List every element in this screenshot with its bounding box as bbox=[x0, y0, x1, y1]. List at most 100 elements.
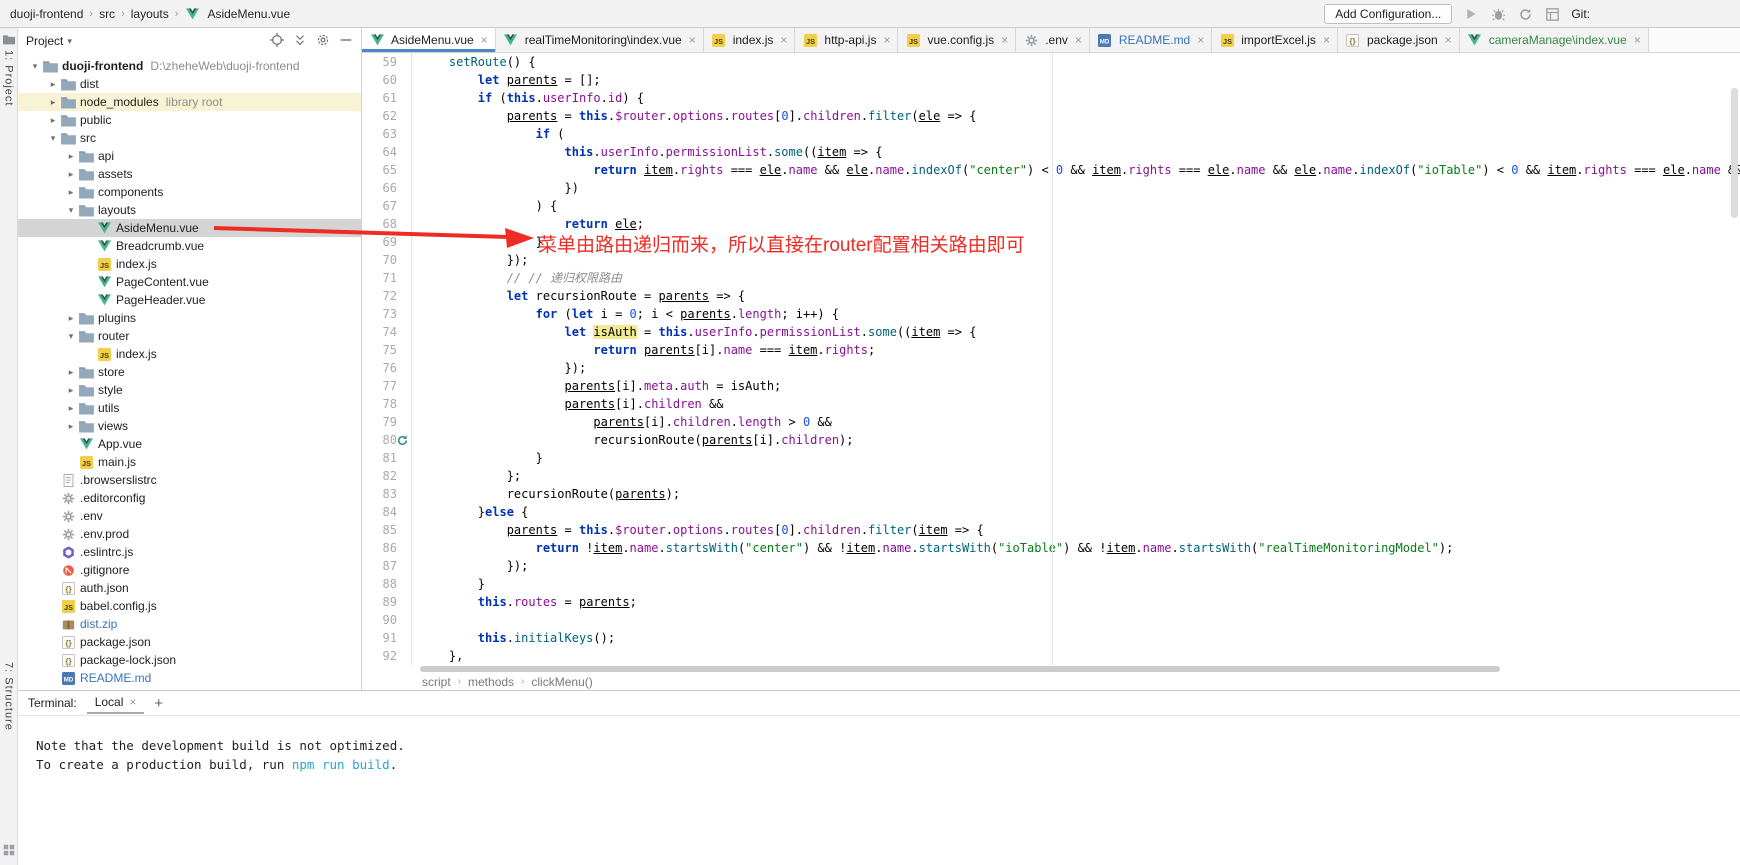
horizontal-scrollbar-track[interactable] bbox=[362, 665, 1740, 673]
close-tab-icon[interactable]: × bbox=[1634, 34, 1641, 46]
code-text[interactable]: this.userInfo.permissionList.some((item … bbox=[412, 143, 1740, 161]
tree-item[interactable]: ▸api bbox=[18, 147, 361, 165]
line-number[interactable]: 84 bbox=[362, 503, 412, 521]
code-text[interactable]: recursionRoute(parents[i].children); bbox=[412, 431, 1740, 449]
line-number[interactable]: 72 bbox=[362, 287, 412, 305]
update-project-icon[interactable] bbox=[1517, 6, 1533, 22]
close-tab-icon[interactable]: × bbox=[883, 34, 890, 46]
tree-item[interactable]: ▸dist bbox=[18, 75, 361, 93]
project-view-dropdown[interactable]: Project bbox=[26, 34, 63, 48]
line-number[interactable]: 75 bbox=[362, 341, 412, 359]
code-text[interactable]: return parents[i].name === item.rights; bbox=[412, 341, 1740, 359]
tree-item[interactable]: PageContent.vue bbox=[18, 273, 361, 291]
tree-item[interactable]: ▸utils bbox=[18, 399, 361, 417]
line-number[interactable]: 68 bbox=[362, 215, 412, 233]
code-text[interactable]: setRoute() { bbox=[412, 53, 1740, 71]
code-area[interactable]: 59 setRoute() {60 let parents = [];61 if… bbox=[362, 53, 1740, 665]
breadcrumb-item[interactable]: duoji-frontend bbox=[10, 7, 83, 21]
add-configuration-button[interactable]: Add Configuration... bbox=[1324, 4, 1452, 24]
tree-item[interactable]: .env.prod bbox=[18, 525, 361, 543]
chevron-down-icon[interactable]: ▾ bbox=[64, 331, 78, 342]
git-widget-label[interactable]: Git: bbox=[1571, 7, 1590, 21]
tree-item[interactable]: App.vue bbox=[18, 435, 361, 453]
code-text[interactable]: for (let i = 0; i < parents.length; i++)… bbox=[412, 305, 1740, 323]
chevron-right-icon[interactable]: ▸ bbox=[64, 313, 78, 324]
code-text[interactable]: }); bbox=[412, 557, 1740, 575]
line-number[interactable]: 86 bbox=[362, 539, 412, 557]
tree-item[interactable]: {}auth.json bbox=[18, 579, 361, 597]
editor-tab[interactable]: .env× bbox=[1016, 28, 1090, 52]
code-text[interactable]: }); bbox=[412, 359, 1740, 377]
tree-item[interactable]: JSmain.js bbox=[18, 453, 361, 471]
line-number[interactable]: 61 bbox=[362, 89, 412, 107]
code-text[interactable]: parents = this.$router.options.routes[0]… bbox=[412, 107, 1740, 125]
line-number[interactable]: 67 bbox=[362, 197, 412, 215]
line-number[interactable]: 89 bbox=[362, 593, 412, 611]
code-text[interactable]: }; bbox=[412, 467, 1740, 485]
line-number[interactable]: 63 bbox=[362, 125, 412, 143]
settings-icon[interactable] bbox=[316, 33, 330, 50]
line-number[interactable]: 87 bbox=[362, 557, 412, 575]
code-text[interactable]: } bbox=[412, 449, 1740, 467]
tree-item[interactable]: JSindex.js bbox=[18, 345, 361, 363]
tree-item[interactable]: JSbabel.config.js bbox=[18, 597, 361, 615]
line-number[interactable]: 90 bbox=[362, 611, 412, 629]
chevron-down-icon[interactable]: ▾ bbox=[28, 61, 42, 72]
close-tab-icon[interactable]: × bbox=[1075, 34, 1082, 46]
line-number[interactable]: 74 bbox=[362, 323, 412, 341]
structure-stripe-button[interactable]: 7: Structure bbox=[3, 662, 15, 731]
editor-tab[interactable]: realTimeMonitoring\index.vue× bbox=[496, 28, 704, 52]
terminal-tab-local[interactable]: Local × bbox=[87, 692, 145, 714]
line-number[interactable]: 62 bbox=[362, 107, 412, 125]
breadcrumb-item[interactable]: src bbox=[99, 7, 115, 21]
tree-item[interactable]: MDREADME.md bbox=[18, 669, 361, 687]
line-number[interactable]: 92 bbox=[362, 647, 412, 665]
tree-item[interactable]: PageHeader.vue bbox=[18, 291, 361, 309]
tree-item[interactable]: .gitignore bbox=[18, 561, 361, 579]
line-number[interactable]: 60 bbox=[362, 71, 412, 89]
chevron-right-icon[interactable]: ▸ bbox=[64, 187, 78, 198]
tree-item[interactable]: ▸public bbox=[18, 111, 361, 129]
tree-item[interactable]: ▸assets bbox=[18, 165, 361, 183]
chevron-right-icon[interactable]: ▸ bbox=[46, 79, 60, 90]
close-tab-icon[interactable]: × bbox=[1197, 34, 1204, 46]
code-text[interactable]: let recursionRoute = parents => { bbox=[412, 287, 1740, 305]
line-number[interactable]: 77 bbox=[362, 377, 412, 395]
tree-item[interactable]: dist.zip bbox=[18, 615, 361, 633]
tree-item[interactable]: ▾src bbox=[18, 129, 361, 147]
line-number[interactable]: 64 bbox=[362, 143, 412, 161]
line-number[interactable]: 65 bbox=[362, 161, 412, 179]
tree-item[interactable]: ▾duoji-frontendD:\zheheWeb\duoji-fronten… bbox=[18, 57, 361, 75]
line-number[interactable]: 79 bbox=[362, 413, 412, 431]
tree-item[interactable]: JSindex.js bbox=[18, 255, 361, 273]
hide-panel-icon[interactable] bbox=[339, 33, 353, 50]
line-number[interactable]: 71 bbox=[362, 269, 412, 287]
editor-tab[interactable]: JSvue.config.js× bbox=[898, 28, 1016, 52]
line-number[interactable]: 83 bbox=[362, 485, 412, 503]
code-text[interactable]: ) { bbox=[412, 197, 1740, 215]
editor-tab[interactable]: MDREADME.md× bbox=[1090, 28, 1212, 52]
code-text[interactable]: if ( bbox=[412, 125, 1740, 143]
line-number[interactable]: 70 bbox=[362, 251, 412, 269]
tree-item[interactable]: Breadcrumb.vue bbox=[18, 237, 361, 255]
tree-item[interactable]: .env bbox=[18, 507, 361, 525]
tree-item[interactable]: {}package-lock.json bbox=[18, 651, 361, 669]
tree-item[interactable]: AsideMenu.vue bbox=[18, 219, 361, 237]
toolwindow-switcher-icon[interactable] bbox=[3, 844, 15, 859]
close-tab-icon[interactable]: × bbox=[481, 34, 488, 46]
line-number[interactable]: 88 bbox=[362, 575, 412, 593]
code-text[interactable]: // // 递归权限路由 bbox=[412, 269, 1740, 287]
chevron-right-icon[interactable]: ▸ bbox=[46, 115, 60, 126]
chevron-right-icon[interactable]: ▸ bbox=[46, 97, 60, 108]
line-number[interactable]: 91 bbox=[362, 629, 412, 647]
code-text[interactable]: }, bbox=[412, 647, 1740, 665]
close-terminal-tab-icon[interactable]: × bbox=[129, 696, 136, 708]
run-icon[interactable] bbox=[1463, 6, 1479, 22]
code-text[interactable] bbox=[412, 611, 1740, 629]
editor-tab[interactable]: cameraManage\index.vue× bbox=[1460, 28, 1649, 52]
tree-item[interactable]: ▸style bbox=[18, 381, 361, 399]
locate-file-icon[interactable] bbox=[270, 33, 284, 50]
terminal-output[interactable]: Note that the development build is not o… bbox=[18, 716, 1740, 865]
close-tab-icon[interactable]: × bbox=[689, 34, 696, 46]
new-terminal-session-button[interactable]: + bbox=[154, 695, 163, 712]
